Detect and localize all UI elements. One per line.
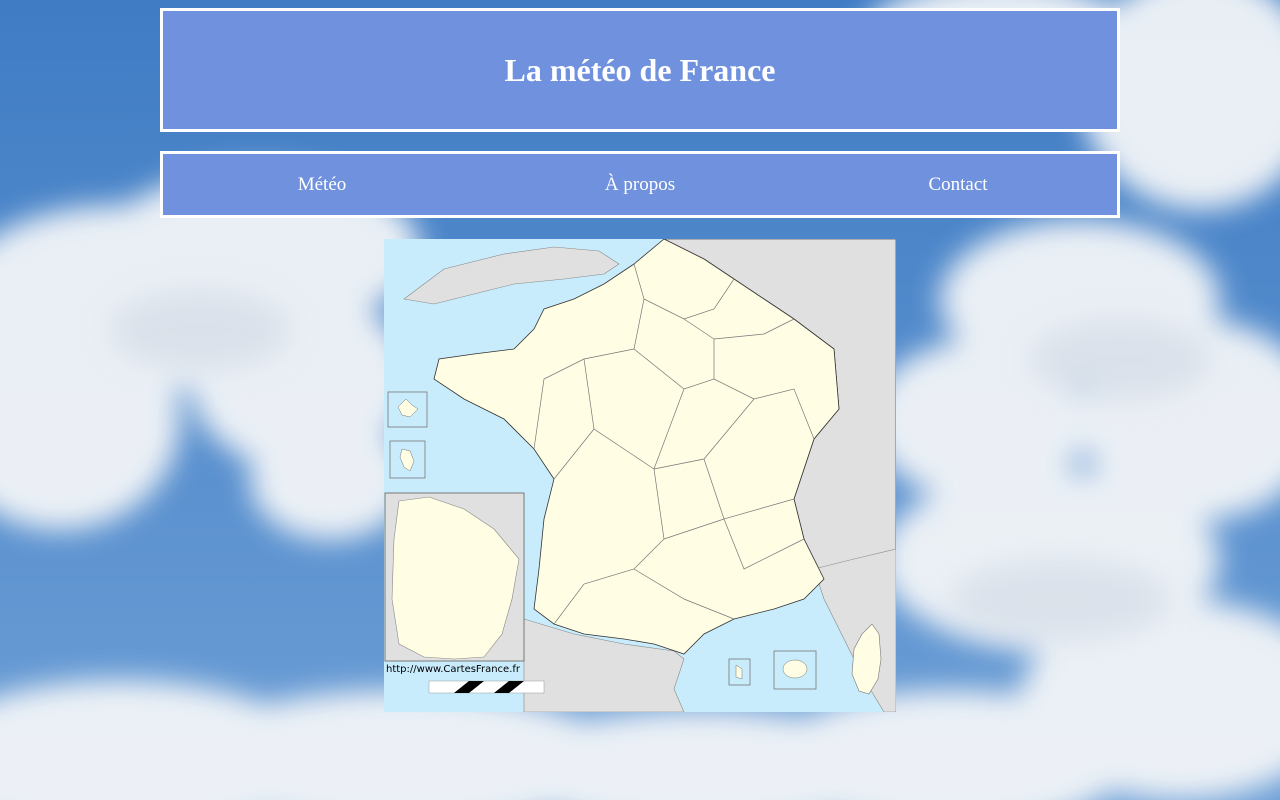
map-credit: http://www.CartesFrance.fr bbox=[386, 664, 521, 675]
map-scale-bar bbox=[428, 680, 545, 694]
site-header: La météo de France bbox=[160, 8, 1120, 132]
france-regions-map[interactable]: http://www.CartesFrance.fr bbox=[384, 239, 896, 712]
map-reunion-land bbox=[782, 659, 808, 679]
main-nav: Météo À propos Contact bbox=[160, 151, 1120, 218]
nav-link-contact[interactable]: Contact bbox=[799, 174, 1117, 196]
site-title: La météo de France bbox=[504, 51, 776, 88]
nav-link-meteo[interactable]: Météo bbox=[163, 174, 481, 196]
nav-link-a-propos[interactable]: À propos bbox=[481, 174, 799, 196]
